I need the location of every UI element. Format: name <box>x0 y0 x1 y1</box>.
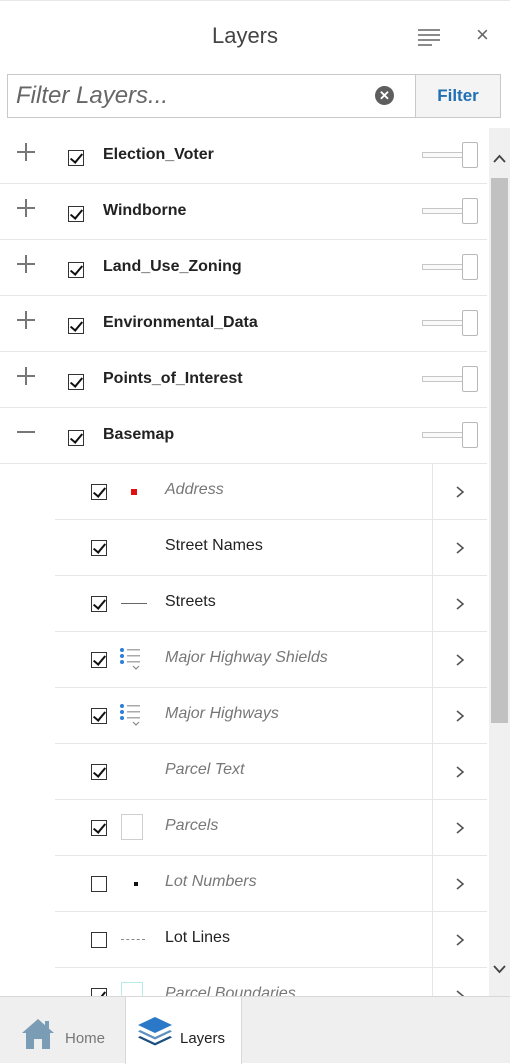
layer-list-scrollbar[interactable] <box>489 128 510 996</box>
chevron-right-icon[interactable] <box>432 744 488 799</box>
layer-checkbox[interactable] <box>68 150 84 166</box>
layer-row-environmental-data: Environmental_Data <box>0 296 487 352</box>
sublayer-row-address: Address <box>55 464 487 520</box>
chevron-right-icon[interactable] <box>432 464 488 519</box>
tab-layers[interactable]: Layers <box>125 997 242 1064</box>
expand-plus-icon[interactable] <box>14 196 38 220</box>
sublayer-name: Major Highway Shields <box>165 649 328 666</box>
sublayer-row-parcels: Parcels <box>55 800 487 856</box>
black-dot-icon <box>134 882 138 886</box>
layer-name: Windborne <box>103 202 187 219</box>
sublayer-checkbox[interactable] <box>91 764 107 780</box>
sublayer-row-lot-lines: Lot Lines <box>55 912 487 968</box>
chevron-right-icon[interactable] <box>432 912 488 967</box>
expand-plus-icon[interactable] <box>14 252 38 276</box>
chevron-right-icon[interactable] <box>432 856 488 911</box>
filter-bar: ✕ Filter <box>7 74 501 118</box>
opacity-slider[interactable] <box>422 310 480 336</box>
layers-icon <box>138 1017 172 1046</box>
opacity-slider[interactable] <box>422 198 480 224</box>
filter-layers-input[interactable] <box>7 74 416 118</box>
layer-list: Election_Voter Windborne Land_Use_Zoning… <box>0 128 510 996</box>
opacity-slider[interactable] <box>422 142 480 168</box>
opacity-slider[interactable] <box>422 366 480 392</box>
collapse-minus-icon[interactable] <box>14 420 38 444</box>
footer-tab-bar: Home Layers <box>0 996 510 1064</box>
sublayer-name: Street Names <box>165 537 263 554</box>
sublayer-name: Lot Numbers <box>165 873 257 890</box>
sublayer-row-parcel-boundaries: Parcel Boundaries <box>55 968 487 996</box>
line-icon <box>121 603 147 604</box>
layer-name: Land_Use_Zoning <box>103 258 242 275</box>
chevron-right-icon[interactable] <box>432 800 488 855</box>
red-square-icon <box>131 489 137 495</box>
expand-plus-icon[interactable] <box>14 140 38 164</box>
layer-checkbox[interactable] <box>68 262 84 278</box>
chevron-right-icon[interactable] <box>432 520 488 575</box>
expand-plus-icon[interactable] <box>14 308 38 332</box>
panel-title: Layers <box>211 23 279 48</box>
layer-checkbox[interactable] <box>68 206 84 222</box>
sublayer-checkbox[interactable] <box>91 988 107 996</box>
teal-box-icon <box>121 982 143 996</box>
sublayer-row-lot-numbers: Lot Numbers <box>55 856 487 912</box>
home-icon <box>22 1019 54 1049</box>
sublayer-checkbox[interactable] <box>91 876 107 892</box>
sublayer-checkbox[interactable] <box>91 484 107 500</box>
menu-icon[interactable] <box>418 29 440 46</box>
sublayer-checkbox[interactable] <box>91 820 107 836</box>
expand-plus-icon[interactable] <box>14 364 38 388</box>
sublayer-row-streets: Streets <box>55 576 487 632</box>
sublayer-row-major-highway-shields: Major Highway Shields <box>55 632 487 688</box>
sublayer-name: Lot Lines <box>165 929 230 946</box>
panel-header: Layers × <box>0 0 510 69</box>
layer-checkbox[interactable] <box>68 430 84 446</box>
layer-row-land-use-zoning: Land_Use_Zoning <box>0 240 487 296</box>
sublayer-name: Parcels <box>165 817 219 834</box>
filter-button[interactable]: Filter <box>415 74 501 118</box>
sublayer-row-parcel-text: Parcel Text <box>55 744 487 800</box>
chevron-right-icon[interactable] <box>432 688 488 743</box>
scrollbar-thumb[interactable] <box>491 178 508 723</box>
sublayer-checkbox[interactable] <box>91 932 107 948</box>
layer-row-election-voter: Election_Voter <box>0 128 487 184</box>
opacity-slider[interactable] <box>422 422 480 448</box>
tab-layers-label: Layers <box>180 1030 226 1047</box>
opacity-slider[interactable] <box>422 254 480 280</box>
layer-name: Election_Voter <box>103 146 214 163</box>
layer-name: Points_of_Interest <box>103 370 243 387</box>
close-icon[interactable]: × <box>476 21 489 49</box>
layer-row-points-of-interest: Points_of_Interest <box>0 352 487 408</box>
layer-checkbox[interactable] <box>68 374 84 390</box>
dashed-line-icon <box>121 939 145 940</box>
chevron-right-icon[interactable] <box>432 632 488 687</box>
scroll-down-icon[interactable] <box>489 958 510 980</box>
tab-home-label: Home <box>65 1030 106 1047</box>
legend-list-icon <box>119 647 141 671</box>
chevron-right-icon[interactable] <box>432 968 488 996</box>
layer-row-basemap: Basemap <box>0 408 487 464</box>
sublayer-checkbox[interactable] <box>91 708 107 724</box>
layer-checkbox[interactable] <box>68 318 84 334</box>
sublayer-name: Address <box>165 481 224 498</box>
chevron-right-icon[interactable] <box>432 576 488 631</box>
tab-home[interactable]: Home <box>0 997 118 1064</box>
clear-filter-icon[interactable]: ✕ <box>375 86 394 105</box>
sublayer-name: Parcel Boundaries <box>165 985 296 996</box>
layer-name: Basemap <box>103 426 175 443</box>
layer-name: Environmental_Data <box>103 314 258 331</box>
empty-box-icon <box>121 814 143 840</box>
sublayer-name: Parcel Text <box>165 761 245 778</box>
layer-row-windborne: Windborne <box>0 184 487 240</box>
scroll-up-icon[interactable] <box>489 148 510 170</box>
sublayer-row-street-names: Street Names <box>55 520 487 576</box>
sublayer-name: Streets <box>165 593 216 610</box>
sublayer-row-major-highways: Major Highways <box>55 688 487 744</box>
legend-list-icon <box>119 703 141 727</box>
sublayer-checkbox[interactable] <box>91 540 107 556</box>
sublayer-checkbox[interactable] <box>91 596 107 612</box>
sublayer-checkbox[interactable] <box>91 652 107 668</box>
sublayer-name: Major Highways <box>165 705 279 722</box>
